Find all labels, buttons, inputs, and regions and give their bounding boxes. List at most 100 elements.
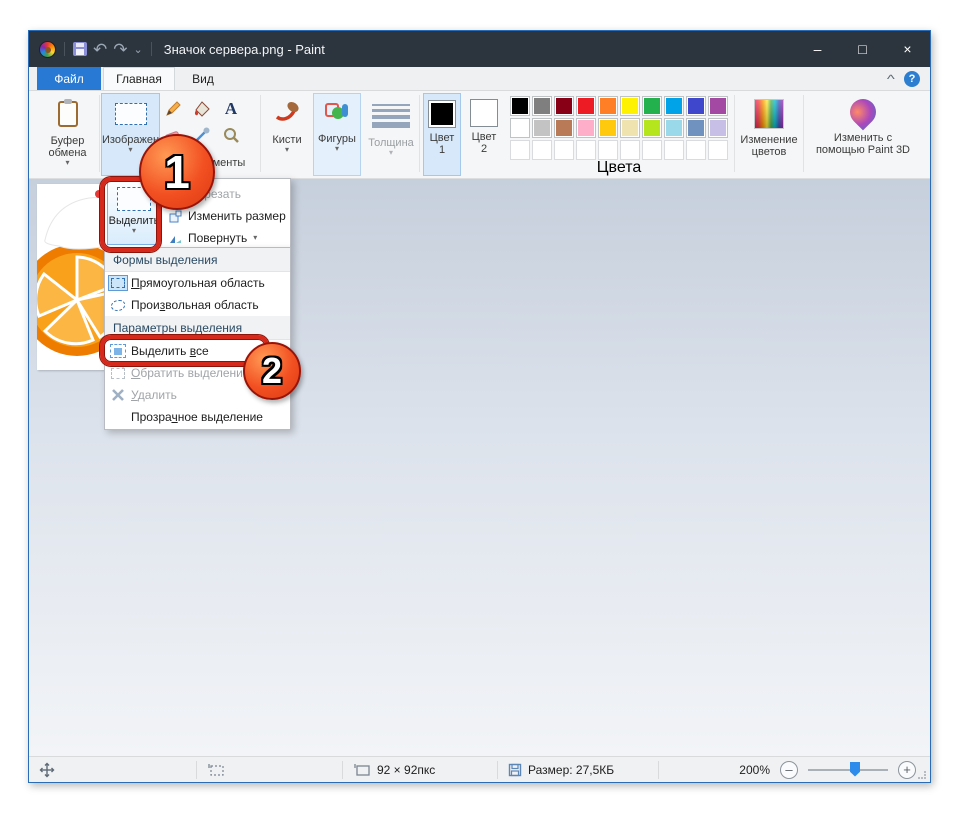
color-swatch[interactable] — [642, 96, 662, 116]
menu-tab-bar: Файл Главная Вид ^ ? — [29, 67, 930, 91]
color-swatch[interactable] — [576, 140, 596, 160]
color-swatch[interactable] — [554, 118, 574, 138]
color-swatch[interactable] — [576, 96, 596, 116]
window-controls: – □ × — [795, 31, 930, 67]
color-swatch[interactable] — [620, 118, 640, 138]
tab-view[interactable]: Вид — [175, 67, 231, 90]
menu-item-rectangular-selection[interactable]: Прямоугольная область — [105, 272, 290, 294]
resize-icon — [169, 210, 182, 223]
thickness-icon — [372, 101, 410, 131]
save-icon[interactable] — [73, 42, 87, 56]
pencil-tool-icon[interactable] — [163, 99, 183, 119]
clipboard-group-button[interactable]: Буфер обмена ▾ — [37, 93, 98, 176]
shapes-icon — [324, 99, 350, 128]
color-swatch[interactable] — [554, 96, 574, 116]
zoom-slider-thumb[interactable] — [850, 762, 860, 777]
divider — [419, 95, 420, 172]
edit-colors-icon — [754, 99, 784, 129]
color-swatch[interactable] — [664, 118, 684, 138]
color1-label: Цвет 1 — [427, 132, 457, 156]
invert-selection-icon — [111, 368, 125, 379]
color-swatch[interactable] — [532, 140, 552, 160]
brushes-button[interactable]: Кисти ▾ — [263, 93, 311, 176]
divider — [658, 761, 659, 779]
file-save-icon — [508, 763, 522, 777]
paint3d-button[interactable]: Изменить с помощью Paint 3D — [809, 93, 917, 176]
color2-swatch — [470, 99, 498, 127]
color-swatch[interactable] — [598, 140, 618, 160]
image-size-icon — [353, 763, 371, 777]
paint-window: ↶ ↷ ⌄ Значок сервера.png - Paint – □ × Ф… — [28, 30, 931, 783]
rectangular-selection-icon — [108, 275, 128, 291]
close-button[interactable]: × — [885, 31, 930, 67]
color-swatch[interactable] — [708, 140, 728, 160]
color-swatch[interactable] — [532, 118, 552, 138]
color-palette-grid — [510, 96, 728, 160]
chevron-down-icon: ▾ — [285, 146, 289, 154]
undo-icon[interactable]: ↶ — [93, 41, 107, 58]
color-swatch[interactable] — [686, 118, 706, 138]
file-size-value: Размер: 27,5КБ — [528, 763, 614, 777]
title-bar: ↶ ↷ ⌄ Значок сервера.png - Paint – □ × — [29, 31, 930, 67]
zoom-value: 200% — [739, 763, 770, 777]
tab-file[interactable]: Файл — [37, 67, 101, 90]
color-swatch[interactable] — [598, 118, 618, 138]
screenshot: ↶ ↷ ⌄ Значок сервера.png - Paint – □ × Ф… — [0, 0, 959, 813]
color-swatch[interactable] — [708, 118, 728, 138]
color-swatch[interactable] — [554, 140, 574, 160]
zoom-out-button[interactable]: – — [780, 761, 798, 779]
edit-colors-button[interactable]: Изменение цветов — [737, 93, 801, 176]
chevron-down-icon: ▾ — [389, 149, 393, 157]
customize-qat-caret-icon[interactable]: ⌄ — [134, 43, 143, 56]
zoom-slider[interactable] — [808, 769, 888, 771]
divider — [151, 42, 152, 56]
color-swatch[interactable] — [708, 96, 728, 116]
paint3d-icon — [845, 94, 882, 131]
color-swatch[interactable] — [576, 118, 596, 138]
color-swatch[interactable] — [532, 96, 552, 116]
minimize-button[interactable]: – — [795, 31, 840, 67]
chevron-down-icon: ▾ — [65, 159, 69, 167]
selection-size-cell — [197, 757, 342, 782]
menu-item-freeform-selection[interactable]: Произвольная область — [105, 294, 290, 316]
color-swatch[interactable] — [642, 140, 662, 160]
redo-icon[interactable]: ↷ — [113, 41, 127, 58]
clipboard-icon — [58, 101, 78, 127]
color-swatch[interactable] — [510, 96, 530, 116]
edit-colors-label: Изменение цветов — [737, 134, 801, 158]
color-swatch[interactable] — [510, 118, 530, 138]
color-swatch[interactable] — [620, 96, 640, 116]
chevron-down-icon: ▾ — [335, 145, 339, 153]
color-swatch[interactable] — [598, 96, 618, 116]
magnifier-tool-icon[interactable] — [221, 125, 241, 145]
selection-size-icon — [207, 763, 225, 777]
color1-button[interactable]: Цвет 1 — [423, 93, 461, 176]
shapes-button[interactable]: Фигуры ▾ — [313, 93, 361, 176]
maximize-button[interactable]: □ — [840, 31, 885, 67]
menu-item-transparent-selection[interactable]: Прозрачное выделение — [105, 406, 290, 428]
cursor-position-cell — [29, 757, 196, 782]
thickness-button[interactable]: Толщина ▾ — [365, 93, 417, 176]
color-swatch[interactable] — [664, 140, 684, 160]
quick-access-toolbar: ↶ ↷ ⌄ — [29, 41, 154, 58]
collapse-ribbon-icon[interactable]: ^ — [887, 72, 895, 86]
help-icon[interactable]: ? — [904, 71, 920, 87]
color-swatch[interactable] — [686, 96, 706, 116]
paint3d-label: Изменить с помощью Paint 3D — [813, 132, 913, 156]
rotate-label: Повернуть — [188, 231, 247, 245]
tab-home[interactable]: Главная — [103, 67, 175, 90]
color2-button[interactable]: Цвет 2 — [465, 93, 503, 176]
zoom-in-button[interactable]: + — [898, 761, 916, 779]
rotate-menu-item[interactable]: Повернуть ▾ — [165, 227, 289, 249]
paint-logo-icon — [39, 41, 56, 58]
color-swatch[interactable] — [620, 140, 640, 160]
chevron-down-icon: ▾ — [128, 146, 132, 154]
color-swatch[interactable] — [510, 140, 530, 160]
color-swatch[interactable] — [686, 140, 706, 160]
text-tool-icon[interactable]: A — [221, 99, 241, 119]
freeform-selection-icon — [111, 300, 125, 311]
fill-tool-icon[interactable] — [192, 99, 212, 119]
color-swatch[interactable] — [664, 96, 684, 116]
color-swatch[interactable] — [642, 118, 662, 138]
resize-grip[interactable] — [918, 770, 927, 779]
